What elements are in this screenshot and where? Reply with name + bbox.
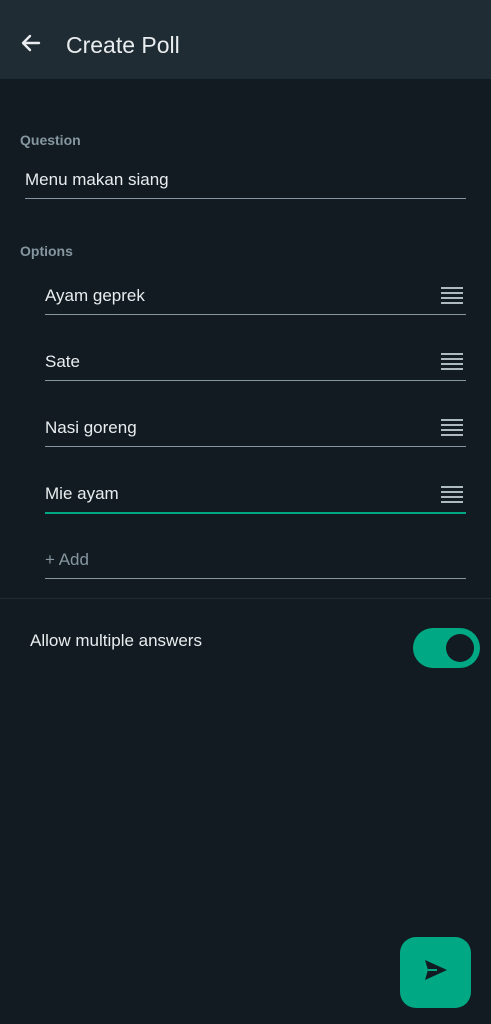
allow-multiple-label: Allow multiple answers	[30, 631, 202, 650]
drag-handle-icon[interactable]	[440, 351, 464, 371]
option-field-1	[45, 277, 466, 315]
app-bar: Create Poll	[0, 0, 491, 79]
drag-handle-icon[interactable]	[440, 484, 464, 504]
drag-handle-icon[interactable]	[440, 285, 464, 305]
drag-handle-icon[interactable]	[440, 417, 464, 437]
send-icon	[423, 958, 449, 987]
option-field-4	[45, 476, 466, 514]
toggle-knob	[446, 634, 474, 662]
option-input-4[interactable]	[45, 476, 466, 512]
send-button[interactable]	[400, 937, 471, 1008]
question-label: Question	[20, 132, 81, 148]
question-field	[25, 161, 466, 199]
add-option-field	[45, 541, 466, 579]
back-button[interactable]	[14, 28, 48, 62]
arrow-left-icon	[19, 31, 43, 60]
page-title: Create Poll	[66, 32, 180, 58]
question-input[interactable]	[25, 161, 466, 198]
allow-multiple-toggle[interactable]	[413, 628, 480, 668]
option-field-2	[45, 343, 466, 381]
option-field-3	[45, 409, 466, 447]
option-input-2[interactable]	[45, 343, 466, 380]
add-option-input[interactable]	[45, 541, 466, 578]
option-input-3[interactable]	[45, 409, 466, 446]
option-input-1[interactable]	[45, 277, 466, 314]
section-divider	[0, 598, 491, 599]
options-label: Options	[20, 243, 73, 259]
